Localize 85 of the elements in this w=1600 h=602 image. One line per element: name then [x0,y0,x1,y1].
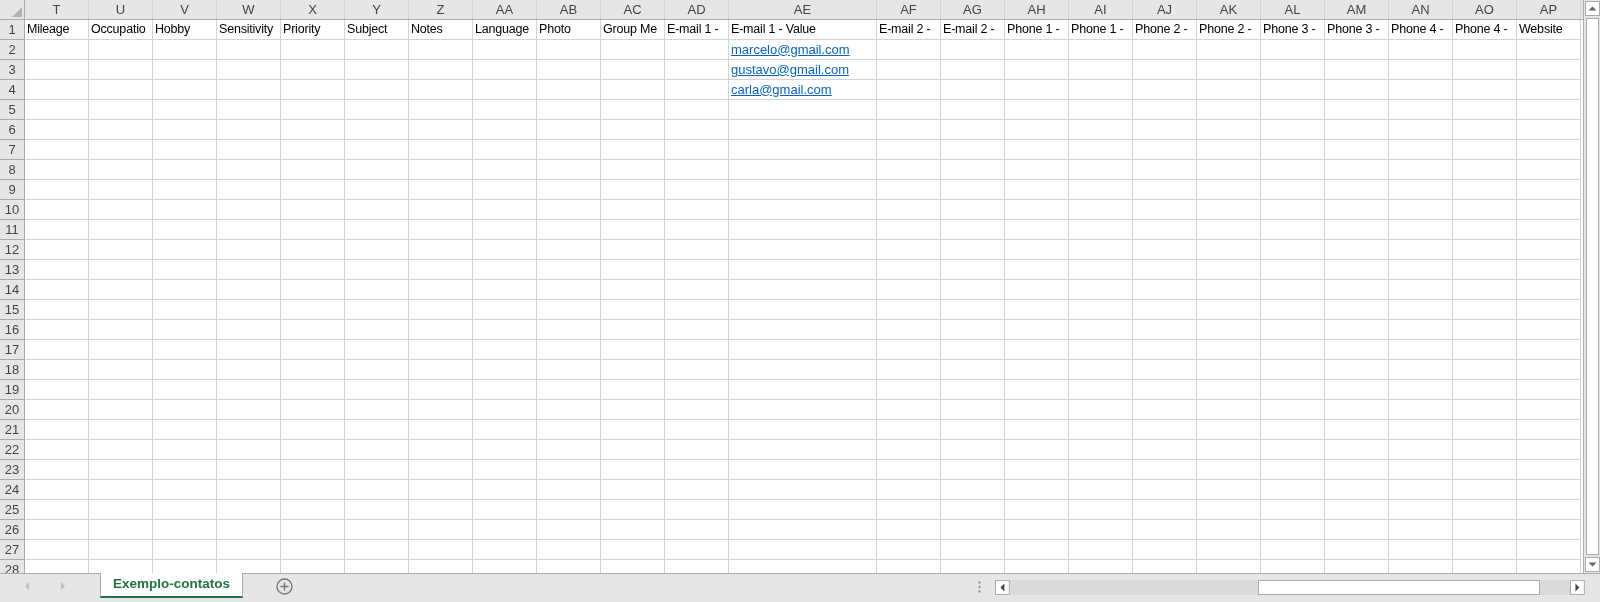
row-header[interactable]: 21 [0,420,25,440]
table-cell: Phone 2 - [1197,20,1261,40]
row-header[interactable]: 23 [0,460,25,480]
row-header[interactable]: 22 [0,440,25,460]
table-cell: Phone 4 - [1453,20,1517,40]
row-header[interactable]: 16 [0,320,25,340]
row-header[interactable]: 3 [0,60,25,80]
row-header[interactable]: 27 [0,540,25,560]
row-header[interactable]: 14 [0,280,25,300]
column-header[interactable]: U [89,0,153,19]
table-cell: Group Me [601,20,665,40]
row-header[interactable]: 13 [0,260,25,280]
table-cell: Website [1517,20,1581,40]
column-header[interactable]: T [25,0,89,19]
column-header[interactable]: AH [1005,0,1069,19]
row-header[interactable]: 25 [0,500,25,520]
column-header[interactable]: AC [601,0,665,19]
column-header[interactable]: AB [537,0,601,19]
table-cell: Phone 3 - [1325,20,1389,40]
table-cell: E-mail 1 - Value [729,20,877,40]
email-link[interactable]: marcelo@gmail.com [729,40,850,59]
row-header[interactable]: 18 [0,360,25,380]
column-header[interactable]: AO [1453,0,1517,19]
table-cell: Hobby [153,20,217,40]
horizontal-scrollbar[interactable] [995,580,1585,595]
row-header[interactable]: 6 [0,120,25,140]
table-cell: E-mail 1 - [665,20,729,40]
row-header[interactable]: 8 [0,160,25,180]
email-link[interactable]: gustavo@gmail.com [729,60,849,79]
row-header[interactable]: 26 [0,520,25,540]
row-header[interactable]: 28 [0,560,25,573]
email-link[interactable]: carla@gmail.com [729,80,832,99]
table-cell: Notes [409,20,473,40]
table-cell: Language [473,20,537,40]
triangle-icon [12,7,22,17]
row-header[interactable]: 19 [0,380,25,400]
vertical-scrollbar[interactable] [1583,0,1600,573]
column-header[interactable]: AL [1261,0,1325,19]
column-header[interactable]: Z [409,0,473,19]
column-header[interactable]: AN [1389,0,1453,19]
column-header[interactable]: AG [941,0,1005,19]
row-header[interactable]: 4 [0,80,25,100]
row-header[interactable]: 2 [0,40,25,60]
table-cell: Priority [281,20,345,40]
column-header[interactable]: AF [877,0,941,19]
scroll-thumb[interactable] [1257,580,1541,595]
row-header[interactable]: 5 [0,100,25,120]
column-header[interactable]: AE [729,0,877,19]
table-cell: E-mail 2 - [877,20,941,40]
add-sheet-icon[interactable] [276,577,294,595]
table-cell: Occupatio [89,20,153,40]
row-header[interactable]: 24 [0,480,25,500]
table-cell: Mileage [25,20,89,40]
column-header[interactable]: AJ [1133,0,1197,19]
column-header[interactable]: AD [665,0,729,19]
table-cell: Phone 3 - [1261,20,1325,40]
sheet-tab[interactable]: Exemplo-contatos [100,573,244,598]
table-cell: Photo [537,20,601,40]
column-header[interactable]: Y [345,0,409,19]
table-cell: Sensitivity [217,20,281,40]
column-header[interactable]: AK [1197,0,1261,19]
row-header[interactable]: 1 [0,20,25,40]
table-cell: Phone 1 - [1005,20,1069,40]
row-header[interactable]: 11 [0,220,25,240]
table-cell: Phone 4 - [1389,20,1453,40]
table-cell: Phone 1 - [1069,20,1133,40]
row-header[interactable]: 17 [0,340,25,360]
table-cell: Phone 2 - [1133,20,1197,40]
table-cell: Subject [345,20,409,40]
column-header[interactable]: AI [1069,0,1133,19]
column-header[interactable]: W [217,0,281,19]
row-header[interactable]: 7 [0,140,25,160]
row-header[interactable]: 9 [0,180,25,200]
row-header[interactable]: 20 [0,400,25,420]
scroll-thumb[interactable] [1585,18,1599,555]
column-header[interactable]: AM [1325,0,1389,19]
column-header[interactable]: AA [473,0,537,19]
row-header[interactable]: 12 [0,240,25,260]
column-header[interactable]: X [281,0,345,19]
splitter-handle-icon[interactable] [978,581,981,593]
table-cell: E-mail 2 - [941,20,1005,40]
row-header[interactable]: 10 [0,200,25,220]
column-header[interactable]: AP [1517,0,1581,19]
column-header[interactable]: V [153,0,217,19]
row-header[interactable]: 15 [0,300,25,320]
